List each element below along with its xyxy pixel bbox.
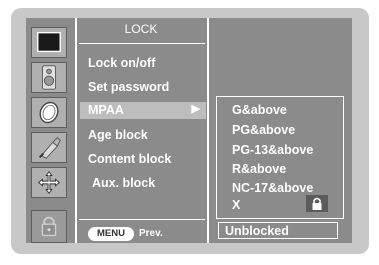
menu-item-aux-block[interactable]: Aux. block: [92, 176, 155, 190]
rating-option-g[interactable]: G&above: [232, 103, 287, 117]
rating-option-nc17[interactable]: NC-17&above: [232, 181, 313, 195]
rating-option-pg[interactable]: PG&above: [232, 123, 295, 137]
clock-icon[interactable]: [31, 97, 67, 128]
menu-item-label: MPAA: [88, 103, 124, 117]
prev-label: Prev.: [139, 228, 163, 239]
submenu-arrow-icon: ▶: [191, 103, 200, 115]
menu-item-set-password[interactable]: Set password: [88, 80, 169, 94]
menu-item-mpaa[interactable]: MPAA ▶: [80, 102, 206, 119]
menu-title: LOCK: [124, 22, 158, 36]
menu-item-content-block[interactable]: Content block: [88, 152, 171, 166]
block-status-field: Unblocked: [218, 222, 338, 239]
rating-option-x[interactable]: X: [232, 198, 240, 212]
rating-option-r[interactable]: R&above: [232, 162, 286, 176]
menu-item-age-block[interactable]: Age block: [88, 128, 148, 142]
rating-option-pg13[interactable]: PG-13&above: [232, 143, 313, 157]
satellite-icon[interactable]: [31, 132, 67, 163]
cross-arrows-icon[interactable]: [31, 167, 67, 198]
footer-rule: [79, 219, 205, 220]
menu-divider-right: [207, 18, 209, 243]
locked-lock-icon: [306, 195, 328, 212]
tv-picture-icon[interactable]: [31, 27, 67, 58]
category-sidebar: [26, 18, 72, 243]
padlock-icon[interactable]: [31, 210, 67, 243]
menu-item-lock-on-off[interactable]: Lock on/off: [88, 56, 155, 70]
title-rule: [79, 43, 205, 44]
menu-divider-left: [75, 18, 77, 243]
menu-button[interactable]: MENU: [88, 227, 134, 241]
speaker-icon[interactable]: [31, 62, 67, 93]
